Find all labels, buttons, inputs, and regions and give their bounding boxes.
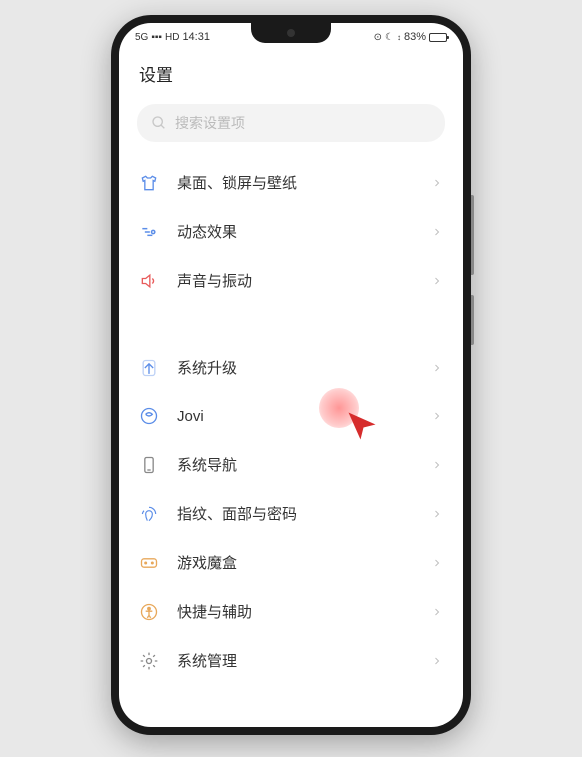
- item-fingerprint-face-password[interactable]: 指纹、面部与密码: [119, 489, 463, 538]
- moon-icon: ☾: [385, 32, 394, 43]
- signal-icon: ▪▪▪: [151, 32, 162, 43]
- chevron-right-icon: [431, 275, 443, 287]
- item-label: 声音与振动: [177, 270, 413, 291]
- volume-button: [471, 195, 474, 275]
- speaker-icon: [139, 271, 159, 291]
- screen: 5G ▪▪▪ HD 14:31 ⊙ ☾ ↕ 83% 设置 搜索设置项: [119, 23, 463, 727]
- power-button: [471, 295, 474, 345]
- battery-icon: [429, 33, 447, 42]
- shirt-icon: [139, 173, 159, 193]
- item-system-upgrade[interactable]: 系统升级: [119, 343, 463, 392]
- item-label: 桌面、锁屏与壁纸: [177, 172, 413, 193]
- gamebox-icon: [139, 553, 159, 573]
- accessibility-icon: [139, 602, 159, 622]
- notch: [251, 23, 331, 43]
- item-security-privacy[interactable]: 安全与隐私: [119, 723, 463, 727]
- item-label: Jovi: [177, 408, 413, 425]
- item-label: 快捷与辅助: [177, 601, 413, 622]
- item-label: 系统管理: [177, 650, 413, 671]
- item-label: 指纹、面部与密码: [177, 503, 413, 524]
- fingerprint-icon: [139, 504, 159, 524]
- search-icon: [151, 115, 167, 131]
- item-label: 动态效果: [177, 221, 413, 242]
- item-label: 系统导航: [177, 454, 413, 475]
- chevron-right-icon: [431, 459, 443, 471]
- hd-icon: HD: [165, 32, 179, 43]
- item-system-management[interactable]: 系统管理: [119, 636, 463, 685]
- chevron-right-icon: [431, 362, 443, 374]
- item-game-box[interactable]: 游戏魔盒: [119, 538, 463, 587]
- search-input[interactable]: 搜索设置项: [137, 104, 445, 142]
- chevron-right-icon: [431, 226, 443, 238]
- jovi-icon: [139, 406, 159, 426]
- chevron-right-icon: [431, 508, 443, 520]
- search-placeholder: 搜索设置项: [175, 113, 245, 133]
- chevron-right-icon: [431, 177, 443, 189]
- chevron-right-icon: [431, 410, 443, 422]
- chevron-right-icon: [431, 655, 443, 667]
- dynamic-icon: [139, 222, 159, 242]
- item-system-navigation[interactable]: 系统导航: [119, 440, 463, 489]
- item-desktop-lock-wallpaper[interactable]: 桌面、锁屏与壁纸: [119, 158, 463, 207]
- data-icon: ↕: [397, 33, 401, 42]
- item-label: 游戏魔盒: [177, 552, 413, 573]
- item-dynamic-effects[interactable]: 动态效果: [119, 207, 463, 256]
- chevron-right-icon: [431, 557, 443, 569]
- phone-rect-icon: [139, 455, 159, 475]
- arrow-up-icon: [139, 358, 159, 378]
- gear-icon: [139, 651, 159, 671]
- item-shortcut-accessibility[interactable]: 快捷与辅助: [119, 587, 463, 636]
- item-label: 系统升级: [177, 357, 413, 378]
- settings-list: 桌面、锁屏与壁纸 动态效果 声音与振动: [119, 158, 463, 727]
- network-type: 5G: [135, 32, 148, 43]
- phone-frame: 5G ▪▪▪ HD 14:31 ⊙ ☾ ↕ 83% 设置 搜索设置项: [111, 15, 471, 735]
- item-sound-vibration[interactable]: 声音与振动: [119, 256, 463, 305]
- chevron-right-icon: [431, 606, 443, 618]
- clock: 14:31: [182, 31, 210, 43]
- alarm-icon: ⊙: [374, 32, 382, 43]
- battery-percent: 83%: [404, 31, 426, 43]
- page-title: 设置: [119, 47, 463, 98]
- item-jovi[interactable]: Jovi: [119, 392, 463, 440]
